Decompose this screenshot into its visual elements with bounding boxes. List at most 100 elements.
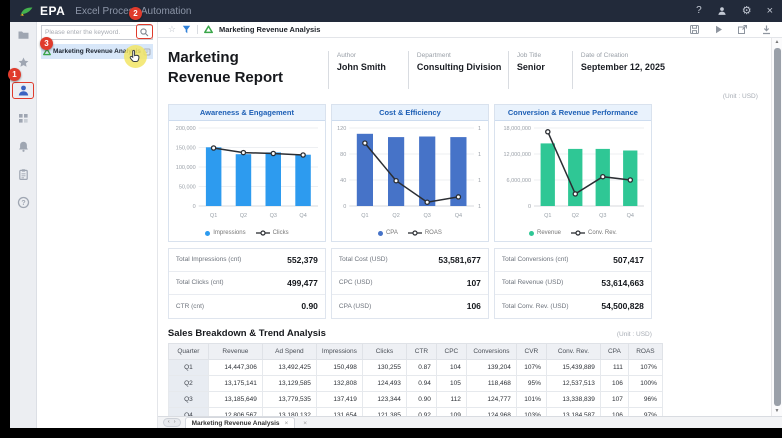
unit-note: (Unit : USD) bbox=[168, 93, 758, 100]
summary-label: Total Clicks (cnt) bbox=[176, 279, 224, 286]
summary-label: Total Impressions (cnt) bbox=[176, 256, 241, 263]
clipboard-icon[interactable] bbox=[17, 168, 30, 181]
chart-title: Awareness & Engagement bbox=[169, 105, 325, 121]
table-cell: 123,344 bbox=[362, 391, 406, 407]
summary-value: 53,581,677 bbox=[438, 255, 481, 265]
svg-text:Q3: Q3 bbox=[270, 213, 277, 219]
table-cell: 100% bbox=[628, 375, 662, 391]
table-cell: Q3 bbox=[168, 391, 208, 407]
document: Marketing Revenue Report Author John Smi… bbox=[158, 38, 771, 416]
folder-icon[interactable] bbox=[17, 28, 30, 41]
doc-toolbar bbox=[689, 24, 772, 35]
table-cell: 105 bbox=[436, 375, 466, 391]
tab-marketing-revenue-analysis[interactable]: Marketing Revenue Analysis × bbox=[185, 417, 296, 428]
apps-grid-icon[interactable] bbox=[17, 112, 30, 125]
scroll-up-icon[interactable]: ▲ bbox=[775, 39, 780, 46]
summary-value: 106 bbox=[467, 301, 481, 311]
summary-table: Total Conversions (cnt)507,417Total Reve… bbox=[494, 248, 652, 319]
search-input[interactable] bbox=[45, 29, 138, 36]
annotation-rect-user-icon bbox=[12, 82, 34, 99]
tab-next-icon[interactable]: › bbox=[174, 420, 176, 426]
sales-table: QuarterRevenueAd SpendImpressionsClicksC… bbox=[168, 343, 663, 417]
tab-close-icon[interactable]: × bbox=[303, 420, 307, 427]
svg-text:Q3: Q3 bbox=[423, 213, 430, 219]
table-cell: 111 bbox=[600, 359, 628, 375]
click-highlight bbox=[124, 45, 147, 68]
svg-text:1: 1 bbox=[478, 178, 481, 184]
document-wrap: Marketing Revenue Report Author John Smi… bbox=[158, 38, 782, 416]
svg-text:1: 1 bbox=[478, 152, 481, 158]
step-badge-1: 1 bbox=[8, 68, 21, 81]
step-badge-3: 3 bbox=[40, 37, 53, 50]
table-row: Q114,447,30613,492,425150,498130,2550.87… bbox=[168, 359, 662, 375]
table-cell: Q1 bbox=[168, 359, 208, 375]
filter-funnel-icon[interactable] bbox=[182, 25, 191, 34]
svg-text:80: 80 bbox=[340, 152, 346, 158]
scroll-down-icon[interactable]: ▼ bbox=[775, 408, 780, 415]
report-title: Marketing Revenue Report bbox=[168, 48, 320, 89]
user-icon[interactable] bbox=[717, 6, 727, 16]
legend-item: Revenue bbox=[529, 230, 561, 236]
scrollbar-thumb[interactable] bbox=[774, 48, 781, 406]
table-cell: 124,493 bbox=[362, 375, 406, 391]
epa-logo-icon bbox=[19, 5, 34, 17]
summary-value: 0.90 bbox=[301, 301, 318, 311]
tab-prev-icon[interactable]: ‹ bbox=[168, 420, 170, 426]
column-header: CPC bbox=[436, 343, 466, 359]
svg-text:Q4: Q4 bbox=[627, 213, 634, 219]
star-icon[interactable] bbox=[17, 56, 30, 69]
table-cell: 0.87 bbox=[406, 359, 436, 375]
table-cell: Q2 bbox=[168, 375, 208, 391]
download-icon[interactable] bbox=[761, 24, 772, 35]
summary-row: Total Cost (USD) 53,581,677 bbox=[332, 249, 488, 272]
breadcrumb-bar: ☆ Marketing Revenue Analysis bbox=[158, 22, 782, 38]
left-panel: Marketing Revenue Analysis bbox=[37, 22, 158, 428]
column-header: Conv. Rev. bbox=[546, 343, 600, 359]
chart-card: Conversion & Revenue Performance06,000,0… bbox=[494, 104, 652, 242]
table-cell: 15,439,889 bbox=[546, 359, 600, 375]
summary-value: 53,614,663 bbox=[601, 278, 644, 288]
table-cell: 132,808 bbox=[316, 375, 362, 391]
table-cell: 107 bbox=[600, 391, 628, 407]
svg-text:100,000: 100,000 bbox=[176, 165, 196, 171]
summary-tables-row: Total Impressions (cnt)552,379Total Clic… bbox=[168, 248, 652, 319]
export-icon[interactable] bbox=[737, 24, 748, 35]
hand-cursor-icon bbox=[129, 49, 142, 64]
summary-label: Total Cost (USD) bbox=[339, 256, 388, 263]
chart-card: Awareness & Engagement050,000100,000150,… bbox=[168, 104, 326, 242]
table-cell: 106 bbox=[600, 407, 628, 416]
svg-text:18,000,000: 18,000,000 bbox=[503, 126, 531, 132]
svg-text:12,000,000: 12,000,000 bbox=[503, 152, 531, 158]
sales-title: Sales Breakdown & Trend Analysis bbox=[168, 328, 326, 339]
step-badge-2: 2 bbox=[129, 7, 142, 20]
column-header: ROAS bbox=[628, 343, 662, 359]
table-cell: 14,447,306 bbox=[208, 359, 262, 375]
app-window: EPA Excel Process Automation ? ⚙ × ? bbox=[10, 0, 782, 428]
table-cell: 103% bbox=[516, 407, 546, 416]
vertical-scrollbar[interactable]: ▲ ▼ bbox=[771, 38, 782, 416]
bell-icon[interactable] bbox=[17, 140, 30, 153]
chart-cards-row: Awareness & Engagement050,000100,000150,… bbox=[168, 104, 652, 242]
star-icon[interactable]: ☆ bbox=[168, 25, 176, 34]
table-cell: 12,537,513 bbox=[546, 375, 600, 391]
close-icon[interactable]: × bbox=[767, 6, 773, 17]
tab-nav[interactable]: ‹ › bbox=[163, 418, 181, 427]
save-icon[interactable] bbox=[689, 24, 700, 35]
summary-value: 107 bbox=[467, 278, 481, 288]
table-cell: 0.94 bbox=[406, 375, 436, 391]
svg-text:1: 1 bbox=[478, 126, 481, 132]
content-area: ☆ Marketing Revenue Analysis bbox=[158, 22, 782, 428]
tab-close-icon[interactable]: × bbox=[285, 420, 289, 427]
summary-table: Total Cost (USD)53,581,677CPC (USD)107CP… bbox=[331, 248, 489, 319]
table-cell: 107% bbox=[628, 359, 662, 375]
run-icon[interactable] bbox=[713, 24, 724, 35]
svg-text:?: ? bbox=[21, 200, 25, 207]
settings-icon[interactable]: ⚙ bbox=[742, 6, 752, 17]
help-icon[interactable]: ? bbox=[696, 6, 702, 16]
summary-label: CPC (USD) bbox=[339, 279, 373, 286]
help-circle-icon[interactable]: ? bbox=[17, 196, 30, 209]
svg-text:Q2: Q2 bbox=[240, 213, 247, 219]
table-cell: 112 bbox=[436, 391, 466, 407]
tab-ghost[interactable]: × bbox=[299, 418, 311, 428]
summary-label: Total Revenue (USD) bbox=[502, 279, 563, 286]
